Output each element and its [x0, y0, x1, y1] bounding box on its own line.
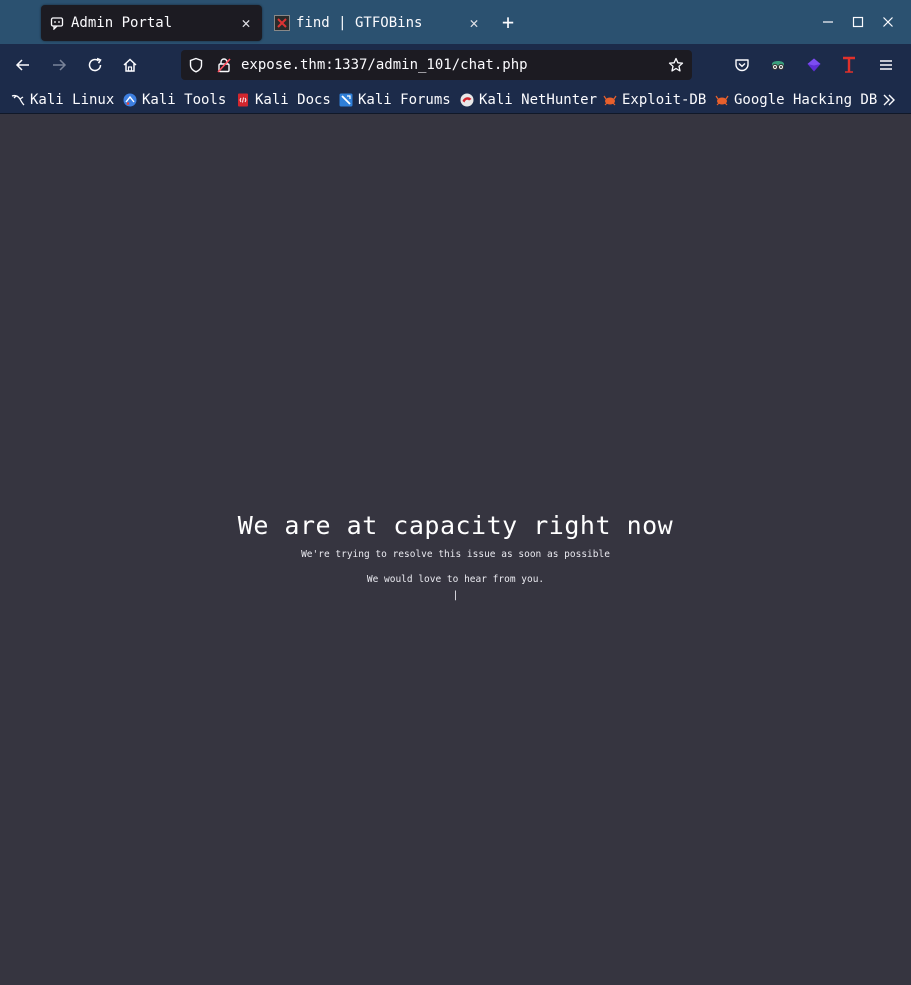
- minimize-icon[interactable]: [818, 12, 838, 32]
- bookmark-kali-forums[interactable]: Kali Forums: [339, 91, 451, 109]
- bookmark-kali-linux[interactable]: Kali Linux: [11, 91, 114, 109]
- exploit-db-icon: [603, 93, 617, 107]
- resolve-message: We're trying to resolve this issue as so…: [301, 549, 610, 560]
- maximize-icon[interactable]: [848, 12, 868, 32]
- page-viewport: We are at capacity right now We're tryin…: [0, 115, 911, 985]
- shield-icon[interactable]: [188, 57, 204, 73]
- tab-title: Admin Portal: [71, 15, 173, 31]
- bookmark-label: Kali NetHunter: [479, 92, 598, 108]
- capacity-message: We are at capacity right now We're tryin…: [0, 510, 911, 603]
- kali-dragon-icon: [11, 93, 25, 107]
- page-headline: We are at capacity right now: [237, 511, 674, 540]
- kali-docs-icon: [236, 93, 250, 107]
- bookmark-exploit-db[interactable]: Exploit-DB: [603, 91, 706, 109]
- bookmark-label: Kali Linux: [30, 92, 115, 108]
- forward-arrow-icon[interactable]: [47, 53, 71, 77]
- tab-title: find | GTFOBins: [296, 15, 423, 31]
- address-bar[interactable]: expose.thm:1337/admin_101/chat.php: [181, 50, 692, 80]
- tampermonkey-t-icon[interactable]: [837, 53, 861, 77]
- close-tab-icon[interactable]: ✕: [462, 11, 486, 35]
- close-window-icon[interactable]: [878, 12, 898, 32]
- bookmark-label: Kali Docs: [255, 92, 331, 108]
- nethunter-icon: [460, 93, 474, 107]
- bookmark-label: Exploit-DB: [622, 92, 707, 108]
- text-caret: |: [452, 590, 459, 601]
- bookmark-kali-nethunter[interactable]: Kali NetHunter: [460, 91, 597, 109]
- bookmarks-overflow-chevron-icon[interactable]: [880, 91, 898, 109]
- tab-admin-portal[interactable]: Admin Portal ✕: [41, 5, 262, 41]
- kali-tools-icon: [123, 93, 137, 107]
- bookmark-google-hacking-db[interactable]: Google Hacking DB: [715, 91, 877, 109]
- wappalyzer-extension-icon[interactable]: [802, 53, 826, 77]
- bookmark-label: Kali Tools: [142, 92, 227, 108]
- reload-icon[interactable]: [83, 53, 107, 77]
- close-tab-icon[interactable]: ✕: [234, 11, 258, 35]
- hackbar-extension-icon[interactable]: [766, 53, 790, 77]
- insecure-lock-icon[interactable]: [216, 57, 232, 73]
- tab-strip: Admin Portal ✕ find | GTFOBins ✕ +: [0, 0, 911, 44]
- contact-message: We would love to hear from you.: [366, 574, 545, 585]
- ghdb-icon: [715, 93, 729, 107]
- bookmark-kali-docs[interactable]: Kali Docs: [236, 91, 331, 109]
- pocket-icon[interactable]: [730, 53, 754, 77]
- new-tab-button[interactable]: +: [496, 10, 520, 34]
- back-arrow-icon[interactable]: [11, 53, 35, 77]
- bookmark-label: Google Hacking DB: [734, 92, 878, 108]
- tab-gtfobins[interactable]: find | GTFOBins ✕: [266, 5, 490, 41]
- star-bookmark-icon[interactable]: [668, 57, 684, 73]
- bookmark-kali-tools[interactable]: Kali Tools: [123, 91, 226, 109]
- navigation-toolbar: expose.thm:1337/admin_101/chat.php: [0, 44, 911, 86]
- gtfobins-icon: [274, 15, 290, 31]
- chat-bubble-icon: [49, 15, 65, 31]
- bookmark-label: Kali Forums: [358, 92, 451, 108]
- kali-forums-icon: [339, 93, 353, 107]
- home-icon[interactable]: [118, 53, 142, 77]
- url-text[interactable]: expose.thm:1337/admin_101/chat.php: [241, 57, 528, 73]
- bookmarks-toolbar: Kali Linux Kali Tools Kali Docs Kali For…: [0, 86, 911, 114]
- menu-hamburger-icon[interactable]: [874, 53, 898, 77]
